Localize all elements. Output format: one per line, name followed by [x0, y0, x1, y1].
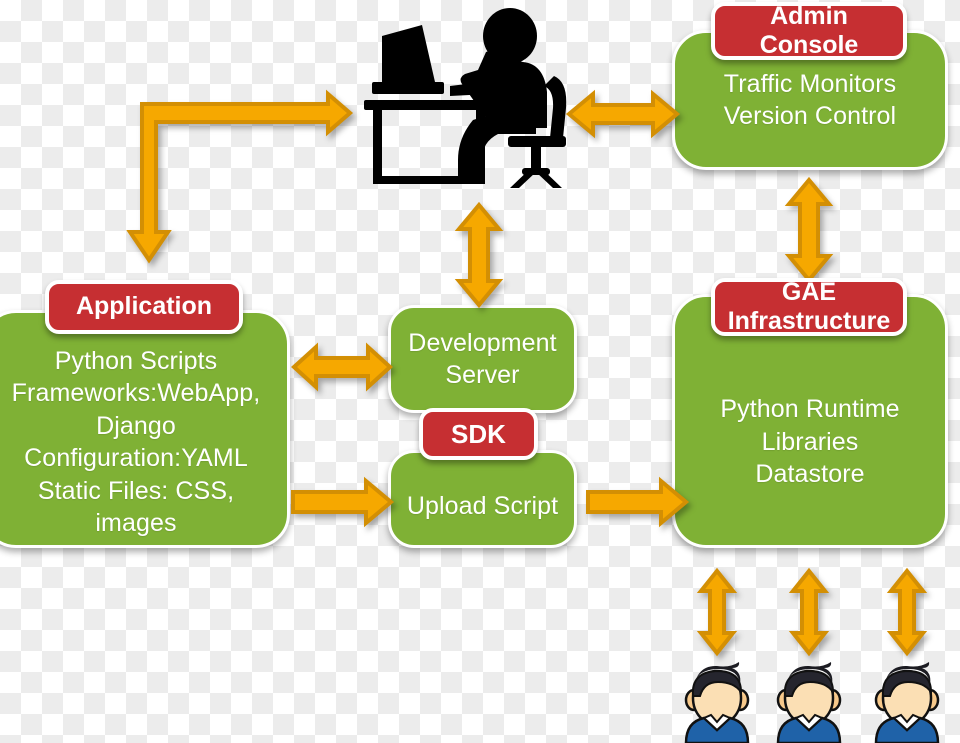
diagram-canvas: Traffic Monitors Version Control Admin C…	[0, 0, 960, 743]
application-body: Python Scripts Frameworks:WebApp, Django…	[0, 319, 287, 540]
node-development-server[interactable]: Development Server	[388, 305, 577, 413]
application-body-line-5: Static Files: CSS,	[37, 476, 235, 505]
node-application[interactable]: Python Scripts Frameworks:WebApp, Django…	[0, 310, 290, 548]
node-upload-script[interactable]: Upload Script	[388, 450, 577, 548]
connector-gae-to-user-1	[696, 567, 738, 657]
connector-gae-to-user-3	[886, 567, 928, 657]
label-application[interactable]: Application	[45, 280, 243, 334]
connector-developer-to-admin-console	[565, 89, 681, 139]
connector-admin-console-to-gae	[784, 176, 834, 284]
application-body-line-2: Frameworks:WebApp,	[11, 379, 261, 407]
label-gae-infrastructure[interactable]: GAE Infrastructure	[711, 278, 907, 336]
developer-at-desk-icon	[358, 8, 573, 193]
development-server-body: Development Server	[391, 327, 574, 392]
connector-application-to-upload-script	[290, 476, 395, 528]
admin-console-body-line-2: Version Control	[723, 102, 897, 130]
development-server-line-2: Server	[445, 361, 520, 389]
connector-application-to-development-server	[291, 342, 393, 392]
gae-body-line-3: Datastore	[755, 460, 865, 489]
application-body-line-3: Django	[96, 411, 176, 440]
label-admin-console[interactable]: Admin Console	[711, 2, 907, 60]
user-avatar-icon	[770, 660, 848, 743]
application-title: Application	[75, 292, 213, 321]
application-body-line-1: Python Scripts	[54, 346, 218, 375]
admin-console-body: Traffic Monitors Version Control	[675, 68, 945, 133]
connector-application-to-developer	[122, 89, 354, 272]
application-body-line-4: Configuration:YAML	[24, 444, 248, 472]
application-body-line-6: images	[95, 509, 177, 537]
gae-title-line-1: GAE	[781, 277, 837, 306]
upload-script-line-1: Upload Script	[406, 491, 559, 520]
upload-script-body: Upload Script	[391, 476, 574, 523]
gae-body-line-1: Python Runtime	[720, 395, 900, 424]
connector-developer-to-development-server	[454, 201, 504, 309]
gae-infrastructure-body: Python Runtime Libraries Datastore	[675, 351, 945, 491]
development-server-line-1: Development	[408, 328, 557, 357]
gae-body-line-2: Libraries	[761, 427, 859, 456]
user-avatar-icon	[678, 660, 756, 743]
admin-console-title-line-1: Admin	[770, 1, 848, 30]
label-sdk[interactable]: SDK	[419, 408, 538, 460]
connector-gae-to-user-2	[788, 567, 830, 657]
admin-console-body-line-1: Traffic Monitors	[723, 69, 897, 98]
gae-title-line-2: Infrastructure	[727, 307, 891, 335]
user-avatar-icon	[868, 660, 946, 743]
sdk-title: SDK	[451, 418, 506, 449]
connector-upload-script-to-gae	[585, 476, 690, 528]
admin-console-title-line-2: Console	[759, 31, 859, 59]
